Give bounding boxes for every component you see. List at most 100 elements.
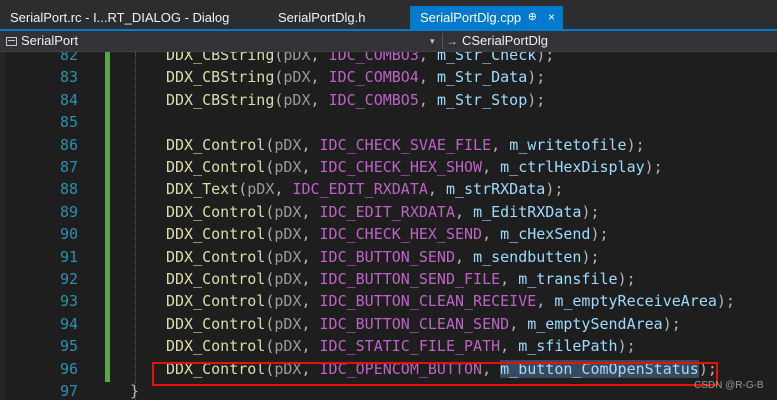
member-variable: m_cHexSend — [500, 225, 591, 244]
divider — [442, 33, 443, 49]
control-id: IDC_CHECK_HEX_SEND — [319, 225, 483, 244]
code-line[interactable]: 92 DDX_Control(pDX, IDC_BUTTON_SEND_FILE,… — [0, 268, 777, 290]
closing-brace: } — [130, 382, 140, 400]
code-text: DDX_Control(pDX, IDC_STATIC_FILE_PATH, m… — [166, 337, 636, 356]
parameter: pDX — [274, 158, 302, 176]
code-line[interactable]: 87 DDX_Control(pDX, IDC_CHECK_HEX_SHOW, m… — [0, 156, 777, 178]
line-number: 91 — [59, 247, 78, 266]
project-dropdown[interactable]: SerialPort — [6, 31, 442, 51]
function-name: DDX_Control — [166, 247, 266, 266]
scope-dropdown[interactable]: → CSerialPortDlg — [446, 31, 548, 51]
line-number: 88 — [59, 180, 78, 199]
statement-end: ); — [581, 202, 600, 221]
parameter: pDX — [274, 247, 302, 266]
code-text: DDX_Control(pDX, IDC_BUTTON_CLEAN_SEND, … — [166, 314, 681, 333]
function-name: DDX_Control — [166, 292, 266, 311]
tab-serialportdlg-cpp[interactable]: SerialPortDlg.cpp ⊕ × — [410, 6, 563, 31]
tab-serialportdlg-h[interactable]: SerialPortDlg.h — [268, 6, 410, 31]
function-name: DDX_Control — [166, 202, 266, 221]
code-text: } — [130, 380, 139, 400]
statement-end: ); — [581, 247, 600, 266]
parameter: pDX — [247, 180, 275, 199]
project-label: SerialPort — [21, 33, 79, 48]
code-line[interactable]: 90 DDX_Control(pDX, IDC_CHECK_HEX_SEND, m… — [0, 223, 777, 245]
statement-end: ); — [527, 68, 546, 87]
function-name: DDX_CBString — [166, 52, 275, 64]
statement-end: ); — [536, 52, 555, 64]
parameter: pDX — [274, 292, 302, 311]
function-name: DDX_CBString — [166, 68, 275, 87]
function-name: DDX_Control — [166, 270, 266, 288]
code-line[interactable]: 84 DDX_CBString(pDX, IDC_COMBO5, m_Str_St… — [0, 89, 777, 111]
parameter: pDX — [274, 314, 302, 333]
statement-end: ); — [617, 270, 636, 288]
project-icon — [6, 37, 17, 46]
line-number: 84 — [59, 90, 78, 109]
line-number: 94 — [59, 314, 78, 333]
tab-label: SerialPortDlg.cpp — [420, 10, 522, 25]
line-number: 83 — [59, 68, 78, 87]
member-variable: m_strRXData — [445, 180, 546, 199]
function-name: DDX_Control — [166, 225, 266, 244]
line-number: 93 — [59, 292, 78, 311]
code-line[interactable]: 93 DDX_Control(pDX, IDC_BUTTON_CLEAN_RECE… — [0, 290, 777, 312]
member-variable: m_ctrlHexDisplay — [500, 158, 645, 176]
line-number: 97 — [59, 382, 78, 400]
close-icon[interactable]: × — [548, 6, 555, 29]
statement-end: ); — [662, 314, 681, 333]
code-text: DDX_Control(pDX, IDC_BUTTON_SEND_FILE, m… — [166, 270, 636, 288]
member-variable: m_EditRXData — [473, 202, 582, 221]
code-line[interactable]: 86 DDX_Control(pDX, IDC_CHECK_SVAE_FILE, … — [0, 134, 777, 156]
member-variable: m_Str_Stop — [436, 90, 528, 109]
member-variable: m_transfile — [518, 270, 618, 288]
line-number: 92 — [59, 270, 78, 288]
function-name: DDX_Control — [166, 337, 266, 356]
code-text: DDX_Control(pDX, IDC_CHECK_SVAE_FILE, m_… — [166, 135, 645, 154]
code-line[interactable]: 88 DDX_Text(pDX, IDC_EDIT_RXDATA, m_strRX… — [0, 178, 777, 200]
code-text: DDX_Control(pDX, IDC_CHECK_HEX_SHOW, m_c… — [166, 158, 663, 176]
tab-label: SerialPort.rc - I...RT_DIALOG - Dialog — [10, 10, 230, 25]
statement-end: ); — [626, 135, 645, 154]
watermark: CSDN @R-G-B — [694, 380, 764, 391]
statement-end: ); — [716, 292, 735, 311]
control-id: IDC_BUTTON_SEND_FILE — [319, 270, 501, 288]
navigation-bar: SerialPort ▾ → CSerialPortDlg — [0, 31, 777, 52]
code-line[interactable]: 83 DDX_CBString(pDX, IDC_COMBO4, m_Str_Da… — [0, 66, 777, 88]
control-id: IDC_COMBO3 — [328, 52, 419, 64]
member-variable: m_sendbutten — [473, 247, 582, 266]
statement-end: ); — [527, 90, 546, 109]
pin-icon[interactable]: ⊕ — [528, 6, 537, 29]
code-line[interactable]: 94 DDX_Control(pDX, IDC_BUTTON_CLEAN_SEND… — [0, 313, 777, 335]
parameter: pDX — [274, 337, 302, 356]
code-line[interactable]: 95 DDX_Control(pDX, IDC_STATIC_FILE_PATH,… — [0, 335, 777, 357]
code-text: DDX_CBString(pDX, IDC_COMBO5, m_Str_Stop… — [166, 90, 546, 109]
code-text: DDX_Control(pDX, IDC_BUTTON_CLEAN_RECEIV… — [166, 292, 735, 311]
control-id: IDC_BUTTON_CLEAN_SEND — [319, 314, 510, 333]
code-text: DDX_CBString(pDX, IDC_COMBO3, m_Str_Chec… — [166, 52, 554, 66]
code-line[interactable]: 91 DDX_Control(pDX, IDC_BUTTON_SEND, m_se… — [0, 246, 777, 268]
chevron-down-icon[interactable]: ▾ — [430, 31, 435, 51]
function-name: DDX_Control — [166, 135, 266, 154]
function-name: DDX_CBString — [166, 90, 275, 109]
statement-end: ); — [617, 337, 636, 356]
code-line[interactable]: 82 DDX_CBString(pDX, IDC_COMBO3, m_Str_Ch… — [0, 52, 777, 66]
parameter: pDX — [283, 52, 311, 64]
code-line[interactable]: 85 — [0, 111, 777, 133]
line-number: 86 — [59, 135, 78, 154]
scope-arrow-icon: → — [446, 34, 458, 48]
tab-serialport-rc[interactable]: SerialPort.rc - I...RT_DIALOG - Dialog — [0, 6, 268, 31]
member-variable: m_writetofile — [509, 135, 627, 154]
member-variable: m_emptyReceiveArea — [554, 292, 717, 311]
code-editor[interactable]: 82 DDX_CBString(pDX, IDC_COMBO3, m_Str_Ch… — [0, 52, 777, 400]
statement-end: ); — [590, 225, 609, 244]
member-variable: m_sfilePath — [518, 337, 618, 356]
control-id: IDC_COMBO5 — [328, 90, 419, 109]
function-name: DDX_Control — [166, 314, 266, 333]
code-line[interactable]: 89 DDX_Control(pDX, IDC_EDIT_RXDATA, m_Ed… — [0, 201, 777, 223]
function-name: DDX_Text — [166, 180, 239, 199]
statement-end: ); — [545, 180, 564, 199]
control-id: IDC_CHECK_SVAE_FILE — [319, 135, 492, 154]
control-id: IDC_STATIC_FILE_PATH — [319, 337, 501, 356]
control-id: IDC_COMBO4 — [328, 68, 419, 87]
control-id: IDC_BUTTON_CLEAN_RECEIVE — [319, 292, 537, 311]
